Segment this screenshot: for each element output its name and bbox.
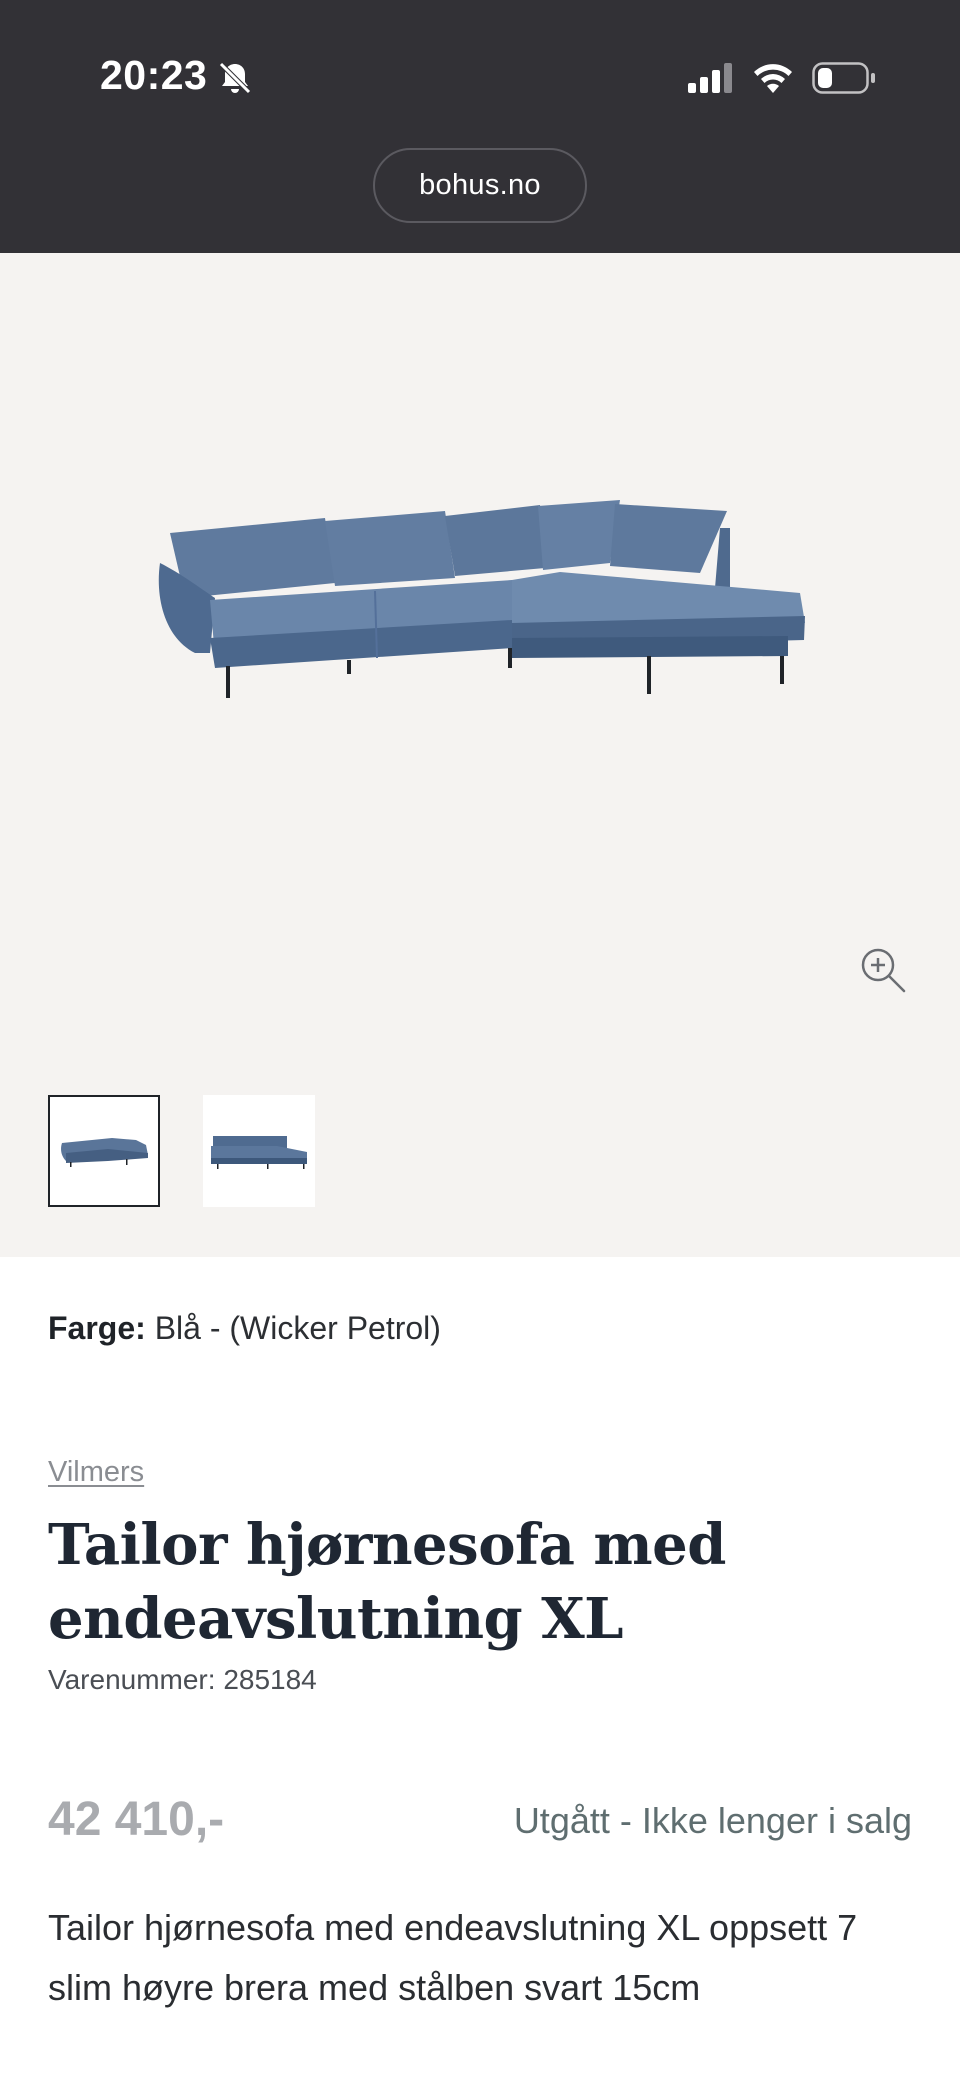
browser-top-bar: 20:23 bohus.no [0,0,960,253]
battery-icon [812,62,875,94]
color-value: Blå - (Wicker Petrol) [154,1310,441,1346]
url-bar[interactable]: bohus.no [373,148,587,223]
product-sku: Varenummer: 285184 [48,1664,317,1695]
product-title: Tailor hjørnesofa med endeavslutning XL [48,1512,726,1652]
bell-muted-icon [219,62,251,94]
sofa-thumbnail-image [211,1136,307,1169]
sofa-thumbnail-image [61,1138,148,1167]
sofa-image[interactable] [140,488,820,718]
status-time: 20:23 [100,52,208,98]
wifi-icon [754,64,792,93]
cellular-signal-icon [688,63,732,93]
zoom-in-icon[interactable] [858,945,908,995]
product-description: Tailor hjørnesofa med endeavslutning XL … [48,1907,858,2008]
color-info: Farge: Blå - (Wicker Petrol) [48,1310,441,1347]
availability-status: Utgått - Ikke lenger i salg [513,1800,912,1841]
brand-link[interactable]: Vilmers [48,1456,144,1489]
product-price: 42 410,- [48,1793,225,1846]
thumbnail-2[interactable] [203,1095,315,1207]
color-label: Farge: [48,1310,146,1346]
product-gallery [0,253,960,1257]
thumbnail-1[interactable] [48,1095,160,1207]
